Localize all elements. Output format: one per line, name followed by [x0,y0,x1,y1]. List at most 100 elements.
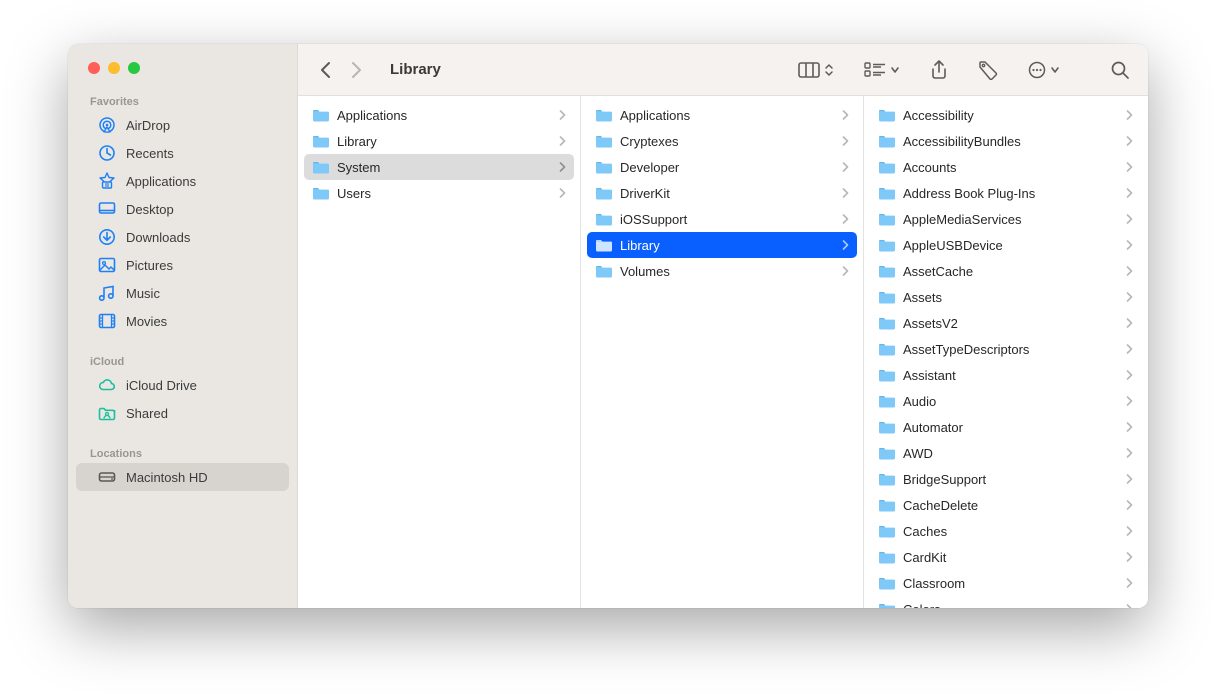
sidebar-item-icloud-drive[interactable]: iCloud Drive [76,371,289,399]
folder-row[interactable]: CardKit [870,544,1141,570]
chevron-right-icon [1126,162,1133,172]
sidebar-item-desktop[interactable]: Desktop [76,195,289,223]
folder-name: Classroom [903,576,1119,591]
folder-icon [878,602,896,608]
chevron-right-icon [842,110,849,120]
chevron-right-icon [1126,240,1133,250]
folder-icon [878,238,896,252]
folder-row[interactable]: Applications [304,102,574,128]
cloud-icon [98,376,116,394]
share-button[interactable] [930,60,948,80]
airdrop-icon [98,116,116,134]
folder-row[interactable]: AWD [870,440,1141,466]
folder-name: Colors [903,602,1119,609]
folder-row[interactable]: AssetsV2 [870,310,1141,336]
desktop-icon [98,200,116,218]
folder-row[interactable]: Accounts [870,154,1141,180]
folder-row[interactable]: System [304,154,574,180]
sidebar-item-airdrop[interactable]: AirDrop [76,111,289,139]
folder-row[interactable]: AssetCache [870,258,1141,284]
folder-row[interactable]: Assets [870,284,1141,310]
folder-icon [595,134,613,148]
sidebar-item-music[interactable]: Music [76,279,289,307]
folder-row[interactable]: Volumes [587,258,857,284]
actions-button[interactable] [1028,61,1060,79]
folder-row[interactable]: Users [304,180,574,206]
main-area: Library [298,44,1148,608]
sidebar-item-label: Applications [126,174,196,189]
folder-row[interactable]: AppleUSBDevice [870,232,1141,258]
chevron-right-icon [1126,266,1133,276]
folder-row[interactable]: Assistant [870,362,1141,388]
folder-row[interactable]: BridgeSupport [870,466,1141,492]
folder-row[interactable]: iOSSupport [587,206,857,232]
chevron-right-icon [1126,396,1133,406]
search-button[interactable] [1110,60,1130,80]
chevron-right-icon [1126,292,1133,302]
minimize-window-button[interactable] [108,62,120,74]
folder-icon [878,186,896,200]
folder-name: Applications [620,108,835,123]
folder-row[interactable]: Library [304,128,574,154]
folder-name: AssetTypeDescriptors [903,342,1119,357]
music-icon [98,284,116,302]
sidebar: FavoritesAirDropRecentsApplicationsDeskt… [68,44,298,608]
column-2: Accessibility AccessibilityBundlesAccount… [864,96,1147,608]
folder-row[interactable]: CacheDelete [870,492,1141,518]
folder-name: Address Book Plug-Ins [903,186,1119,201]
folder-row[interactable]: Library [587,232,857,258]
sidebar-item-applications[interactable]: Applications [76,167,289,195]
sidebar-item-downloads[interactable]: Downloads [76,223,289,251]
forward-button[interactable] [350,61,362,79]
tags-button[interactable] [978,60,998,80]
folder-name: Caches [903,524,1119,539]
sidebar-item-macintosh-hd[interactable]: Macintosh HD [76,463,289,491]
folder-icon [878,446,896,460]
folder-row[interactable]: Colors [870,596,1141,608]
folder-icon [878,498,896,512]
folder-name: Assistant [903,368,1119,383]
chevron-right-icon [1126,474,1133,484]
sidebar-item-label: Movies [126,314,167,329]
folder-row[interactable]: Accessibility [870,102,1141,128]
folder-name: Developer [620,160,835,175]
sidebar-item-pictures[interactable]: Pictures [76,251,289,279]
folder-row[interactable]: Applications [587,102,857,128]
back-button[interactable] [320,61,332,79]
chevron-right-icon [559,110,566,120]
folder-icon [878,368,896,382]
view-mode-button[interactable] [798,62,834,78]
folder-row[interactable]: Cryptexes [587,128,857,154]
folder-row[interactable]: Developer [587,154,857,180]
fullscreen-window-button[interactable] [128,62,140,74]
folder-icon [878,394,896,408]
folder-row[interactable]: DriverKit [587,180,857,206]
sidebar-item-recents[interactable]: Recents [76,139,289,167]
window-controls [68,44,297,74]
clock-icon [98,144,116,162]
folder-name: Cryptexes [620,134,835,149]
folder-row[interactable]: Classroom [870,570,1141,596]
window-title: Library [390,61,441,78]
folder-name: Accessibility [903,108,1119,123]
folder-name: Audio [903,394,1119,409]
folder-row[interactable]: AssetTypeDescriptors [870,336,1141,362]
folder-row[interactable]: Automator [870,414,1141,440]
apps-icon [98,172,116,190]
chevron-right-icon [1126,110,1133,120]
folder-row[interactable]: Address Book Plug-Ins [870,180,1141,206]
folder-row[interactable]: Audio [870,388,1141,414]
folder-name: iOSSupport [620,212,835,227]
sidebar-item-shared[interactable]: Shared [76,399,289,427]
folder-icon [595,108,613,122]
folder-row[interactable]: AccessibilityBundles [870,128,1141,154]
sidebar-item-movies[interactable]: Movies [76,307,289,335]
folder-name: CardKit [903,550,1119,565]
group-button[interactable] [864,62,900,78]
folder-row[interactable]: AppleMediaServices [870,206,1141,232]
folder-icon [878,212,896,226]
close-window-button[interactable] [88,62,100,74]
folder-name: Volumes [620,264,835,279]
folder-row[interactable]: Caches [870,518,1141,544]
toolbar: Library [298,44,1148,96]
